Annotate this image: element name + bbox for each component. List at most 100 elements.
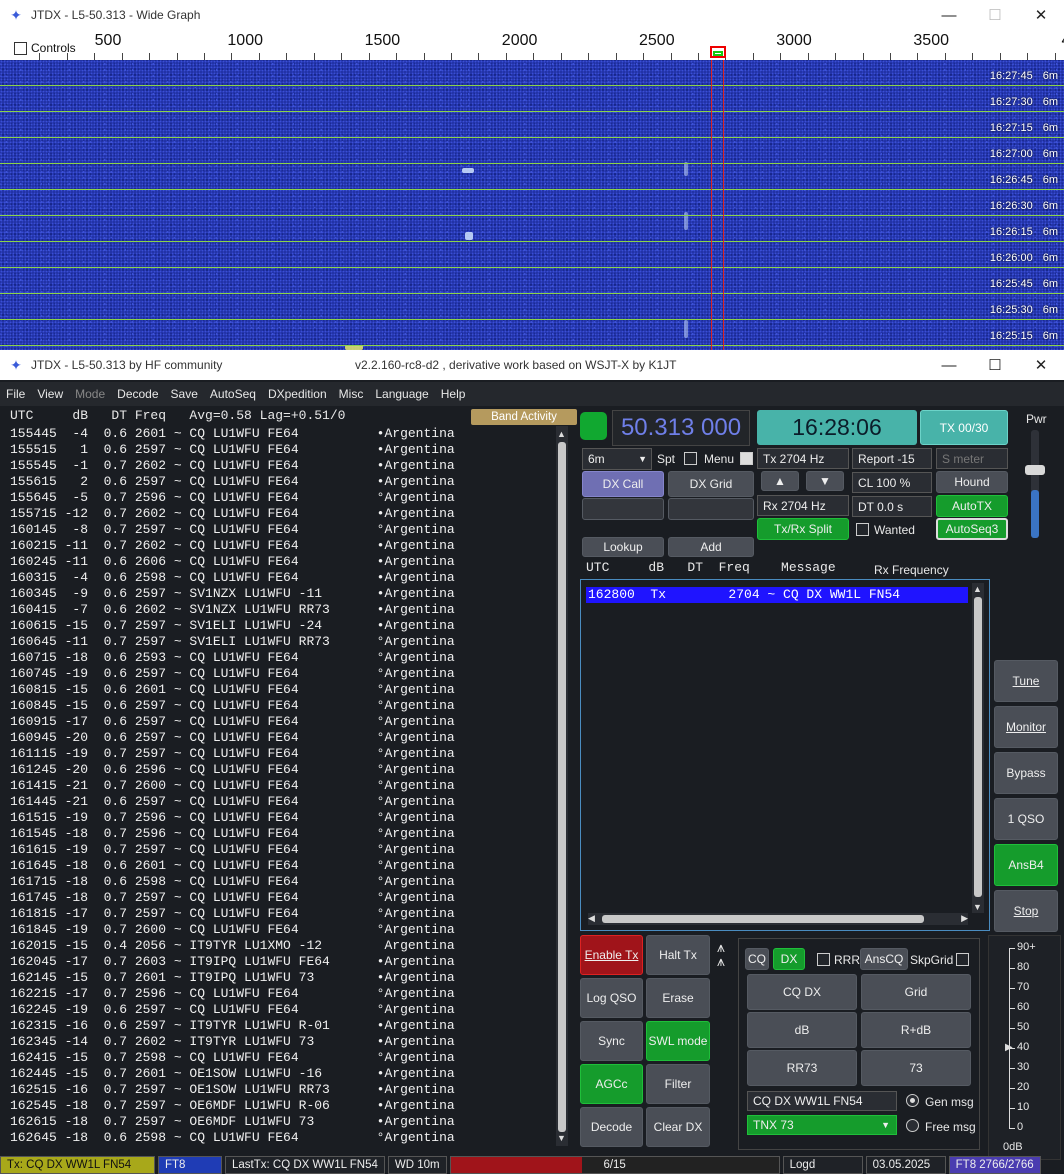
bypass-button[interactable]: Bypass xyxy=(994,752,1058,794)
minimize-icon[interactable]: — xyxy=(926,350,972,380)
halt-tx-button[interactable]: Halt Tx xyxy=(646,935,710,975)
decode-row[interactable]: 161115 -19 0.7 2597 ~ CQ LU1WFU FE64 °Ar… xyxy=(10,746,558,762)
decode-row[interactable]: 160615 -15 0.7 2597 ~ SV1ELI LU1WFU -24 … xyxy=(10,618,558,634)
scroll-thumb[interactable] xyxy=(974,597,982,897)
spt-checkbox[interactable] xyxy=(684,452,697,465)
scroll-thumb[interactable] xyxy=(602,915,924,923)
tx-period-button[interactable]: TX 00/30 xyxy=(920,410,1008,445)
rx-frequency-spinbox[interactable]: Rx 2704 Hz xyxy=(757,495,849,516)
tx-log-row[interactable]: 162800 Tx 2704 ~ CQ DX WW1L FN54 xyxy=(586,587,968,603)
wide-graph-titlebar[interactable]: ✦ JTDX - L5-50.313 - Wide Graph — ☐ ✕ xyxy=(0,0,1064,30)
dx-button[interactable]: DX xyxy=(773,948,805,970)
anscq-button[interactable]: AnsCQ xyxy=(860,948,908,970)
menu-dxpedition[interactable]: DXpedition xyxy=(262,387,333,401)
menu-save[interactable]: Save xyxy=(165,387,204,401)
decode-row[interactable]: 161715 -18 0.6 2598 ~ CQ LU1WFU FE64 °Ar… xyxy=(10,874,558,890)
band-select[interactable]: 6m ▼ xyxy=(582,448,652,470)
1-qso-button[interactable]: 1 QSO xyxy=(994,798,1058,840)
decode-row[interactable]: 162015 -15 0.4 2056 ~ IT9TYR LU1XMO -12 … xyxy=(10,938,558,954)
decode-row[interactable]: 160345 -9 0.6 2597 ~ SV1NZX LU1WFU -11 •… xyxy=(10,586,558,602)
dt-spinbox[interactable]: DT 0.0 s xyxy=(852,496,932,517)
freq-up-button[interactable]: ▲ xyxy=(761,471,799,491)
gen-msg-radio[interactable] xyxy=(906,1094,919,1107)
autotx-button[interactable]: AutoTX xyxy=(936,495,1008,517)
decode-row[interactable]: 161515 -19 0.7 2596 ~ CQ LU1WFU FE64 °Ar… xyxy=(10,810,558,826)
decode-row[interactable]: 155615 2 0.6 2597 ~ CQ LU1WFU FE64 •Arge… xyxy=(10,474,558,490)
decode-row[interactable]: 161845 -19 0.7 2600 ~ CQ LU1WFU FE64 °Ar… xyxy=(10,922,558,938)
dx-call-input[interactable] xyxy=(582,498,664,520)
decode-row[interactable]: 160145 -8 0.7 2597 ~ CQ LU1WFU FE64 °Arg… xyxy=(10,522,558,538)
tx-log-hscroll[interactable]: ◀ ▶ xyxy=(588,913,968,925)
decode-row[interactable]: 161245 -20 0.6 2596 ~ CQ LU1WFU FE64 °Ar… xyxy=(10,762,558,778)
decode-row[interactable]: 160745 -19 0.6 2597 ~ CQ LU1WFU FE64 °Ar… xyxy=(10,666,558,682)
tx-frequency-marker[interactable] xyxy=(710,46,726,58)
decode-row[interactable]: 161815 -17 0.7 2597 ~ CQ LU1WFU FE64 °Ar… xyxy=(10,906,558,922)
decode-row[interactable]: 160315 -4 0.6 2598 ~ CQ LU1WFU FE64 •Arg… xyxy=(10,570,558,586)
tune-button[interactable]: Tune xyxy=(994,660,1058,702)
decode-list[interactable]: 155445 -4 0.6 2601 ~ CQ LU1WFU FE64 •Arg… xyxy=(10,426,558,1146)
scroll-down-icon[interactable]: ▼ xyxy=(973,903,982,912)
decode-row[interactable]: 162545 -18 0.7 2597 ~ OE6MDF LU1WFU R-06… xyxy=(10,1098,558,1114)
wanted-checkbox[interactable] xyxy=(856,523,869,536)
rx-frequency-pane[interactable] xyxy=(580,579,990,931)
controls-checkbox[interactable] xyxy=(14,41,27,55)
rrr-checkbox[interactable] xyxy=(817,953,830,966)
filter-button[interactable]: Filter xyxy=(646,1064,710,1104)
scroll-up-icon[interactable]: ▲ xyxy=(973,585,982,594)
sync-button[interactable]: Sync xyxy=(580,1021,643,1061)
decode-row[interactable]: 160415 -7 0.6 2602 ~ SV1NZX LU1WFU RR73 … xyxy=(10,602,558,618)
decode-row[interactable]: 155515 1 0.6 2597 ~ CQ LU1WFU FE64 •Arge… xyxy=(10,442,558,458)
menu-autoseq[interactable]: AutoSeq xyxy=(204,387,262,401)
msg-db-button[interactable]: dB xyxy=(747,1012,857,1048)
msg-cq-dx-button[interactable]: CQ DX xyxy=(747,974,857,1010)
decode-row[interactable]: 160945 -20 0.6 2597 ~ CQ LU1WFU FE64 °Ar… xyxy=(10,730,558,746)
menu-file[interactable]: File xyxy=(0,387,31,401)
decode-row[interactable]: 160215 -11 0.7 2602 ~ CQ LU1WFU FE64 •Ar… xyxy=(10,538,558,554)
current-message-input[interactable]: CQ DX WW1L FN54 xyxy=(747,1091,897,1111)
minimize-icon[interactable]: — xyxy=(926,0,972,30)
add-button[interactable]: Add xyxy=(668,537,754,557)
preset-message-select[interactable]: TNX 73 ▼ xyxy=(747,1115,897,1135)
scroll-up-icon[interactable]: ▲ xyxy=(557,430,566,439)
scroll-left-icon[interactable]: ◀ xyxy=(588,913,595,924)
swap-icon[interactable]: ⩚ ⩚ xyxy=(717,940,725,968)
close-icon[interactable]: ✕ xyxy=(1018,0,1064,30)
menu-checkbox[interactable] xyxy=(740,452,753,465)
decode-row[interactable]: 162145 -15 0.7 2601 ~ IT9IPQ LU1WFU 73 •… xyxy=(10,970,558,986)
msg-grid-button[interactable]: Grid xyxy=(861,974,971,1010)
decode-row[interactable]: 162045 -17 0.7 2603 ~ IT9IPQ LU1WFU FE64… xyxy=(10,954,558,970)
decode-row[interactable]: 160915 -17 0.6 2597 ~ CQ LU1WFU FE64 °Ar… xyxy=(10,714,558,730)
decode-row[interactable]: 162515 -16 0.7 2597 ~ OE1SOW LU1WFU RR73… xyxy=(10,1082,558,1098)
frequency-ruler[interactable]: Controls 50010001500200025003000350040 xyxy=(0,30,1064,60)
decode-row[interactable]: 162445 -15 0.7 2601 ~ OE1SOW LU1WFU -16 … xyxy=(10,1066,558,1082)
power-slider-handle[interactable] xyxy=(1025,465,1045,475)
clear-dx-button[interactable]: Clear DX xyxy=(646,1107,710,1147)
tx-frequency-spinbox[interactable]: Tx 2704 Hz xyxy=(757,448,849,469)
decode-row[interactable]: 161445 -21 0.6 2597 ~ CQ LU1WFU FE64 °Ar… xyxy=(10,794,558,810)
agcc-button[interactable]: AGCc xyxy=(580,1064,643,1104)
swl-mode-button[interactable]: SWL mode xyxy=(646,1021,710,1061)
decode-row[interactable]: 160815 -15 0.6 2601 ~ CQ LU1WFU FE64 °Ar… xyxy=(10,682,558,698)
decode-row[interactable]: 155645 -5 0.7 2596 ~ CQ LU1WFU FE64 °Arg… xyxy=(10,490,558,506)
log-qso-button[interactable]: Log QSO xyxy=(580,978,643,1018)
menu-misc[interactable]: Misc xyxy=(333,387,370,401)
decode-row[interactable]: 162245 -19 0.6 2597 ~ CQ LU1WFU FE64 °Ar… xyxy=(10,1002,558,1018)
decode-row[interactable]: 160845 -15 0.6 2597 ~ CQ LU1WFU FE64 °Ar… xyxy=(10,698,558,714)
stop-button[interactable]: Stop xyxy=(994,890,1058,932)
decode-button[interactable]: Decode xyxy=(580,1107,643,1147)
menu-decode[interactable]: Decode xyxy=(111,387,164,401)
decode-row[interactable]: 162215 -17 0.7 2596 ~ CQ LU1WFU FE64 °Ar… xyxy=(10,986,558,1002)
decode-row[interactable]: 155545 -1 0.7 2602 ~ CQ LU1WFU FE64 •Arg… xyxy=(10,458,558,474)
scroll-thumb[interactable] xyxy=(558,442,566,1132)
dx-grid-button[interactable]: DX Grid xyxy=(668,471,754,497)
msg-rr73-button[interactable]: RR73 xyxy=(747,1050,857,1086)
ansb4-button[interactable]: AnsB4 xyxy=(994,844,1058,886)
decode-row[interactable]: 161415 -21 0.7 2600 ~ CQ LU1WFU FE64 °Ar… xyxy=(10,778,558,794)
skpgrid-checkbox[interactable] xyxy=(956,953,969,966)
decode-row[interactable]: 161745 -18 0.7 2597 ~ CQ LU1WFU FE64 °Ar… xyxy=(10,890,558,906)
decode-row[interactable]: 155715 -12 0.7 2602 ~ CQ LU1WFU FE64 •Ar… xyxy=(10,506,558,522)
menu-language[interactable]: Language xyxy=(369,387,434,401)
decode-row[interactable]: 162645 -18 0.6 2598 ~ CQ LU1WFU FE64 °Ar… xyxy=(10,1130,558,1146)
monitor-button[interactable]: Monitor xyxy=(994,706,1058,748)
decode-row[interactable]: 162345 -14 0.7 2602 ~ IT9TYR LU1WFU 73 •… xyxy=(10,1034,558,1050)
